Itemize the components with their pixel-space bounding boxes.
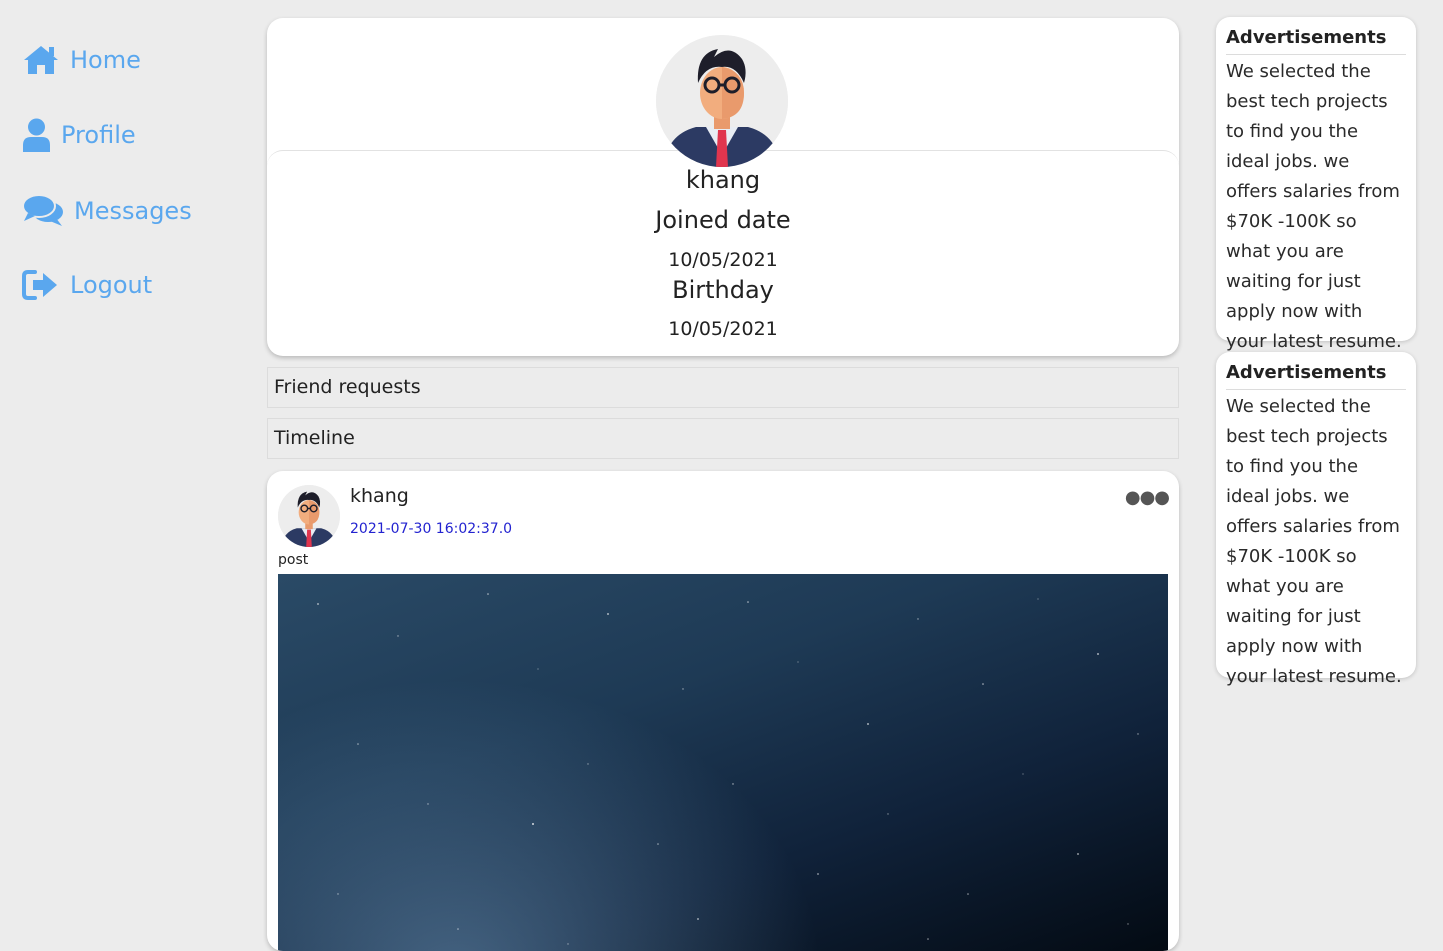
ad-title: Advertisements bbox=[1226, 25, 1406, 55]
comments-icon bbox=[22, 194, 64, 228]
sidebar-item-profile[interactable]: Profile bbox=[22, 118, 136, 152]
post-text: post bbox=[278, 552, 309, 568]
more-horizontal-icon[interactable]: ●●● bbox=[1125, 487, 1170, 508]
joined-date-value: 10/05/2021 bbox=[668, 249, 778, 271]
sidebar-item-logout[interactable]: Logout bbox=[22, 269, 152, 301]
timeline-section[interactable]: Timeline bbox=[267, 418, 1179, 459]
birthday-value: 10/05/2021 bbox=[668, 318, 778, 340]
home-icon bbox=[22, 44, 60, 76]
ad-title: Advertisements bbox=[1226, 360, 1406, 390]
ad-body: We selected the best tech projects to fi… bbox=[1226, 396, 1402, 687]
sidebar-item-label: Home bbox=[70, 46, 141, 74]
sidebar: Home Profile Messages Logout bbox=[0, 0, 250, 929]
advertisement-card: Advertisements We selected the best tech… bbox=[1216, 17, 1416, 352]
ad-body: We selected the best tech projects to fi… bbox=[1226, 61, 1402, 352]
post-card: khang 2021-07-30 16:02:37.0 ●●● post bbox=[267, 471, 1179, 951]
post-timestamp: 2021-07-30 16:02:37.0 bbox=[350, 521, 513, 537]
profile-name: khang bbox=[685, 166, 761, 194]
user-icon bbox=[22, 118, 51, 152]
sidebar-item-messages[interactable]: Messages bbox=[22, 194, 192, 228]
avatar[interactable] bbox=[656, 35, 788, 167]
birthday-label: Birthday bbox=[672, 276, 774, 304]
main-column: khang Joined date 10/05/2021 Birthday 10… bbox=[267, 18, 1179, 951]
post-image bbox=[278, 574, 1168, 951]
sidebar-item-home[interactable]: Home bbox=[22, 44, 141, 76]
advertisement-card: Advertisements We selected the best tech… bbox=[1216, 352, 1416, 687]
post-avatar[interactable] bbox=[278, 485, 340, 547]
post-author[interactable]: khang bbox=[350, 485, 409, 507]
sidebar-item-label: Messages bbox=[74, 197, 192, 225]
friend-requests-section[interactable]: Friend requests bbox=[267, 367, 1179, 408]
joined-date-label: Joined date bbox=[655, 206, 791, 234]
profile-card: khang Joined date 10/05/2021 Birthday 10… bbox=[267, 18, 1179, 356]
sidebar-item-label: Profile bbox=[61, 121, 136, 149]
sign-out-icon bbox=[22, 269, 60, 301]
sidebar-item-label: Logout bbox=[70, 271, 153, 299]
